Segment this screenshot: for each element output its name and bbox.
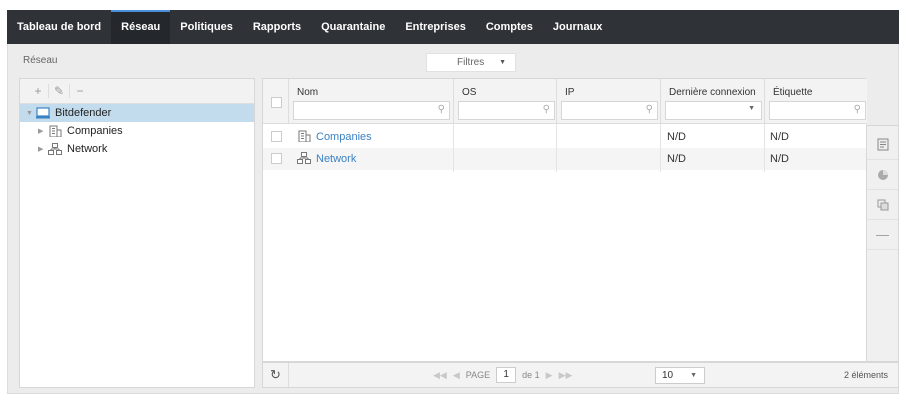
tree-node-label: Bitdefender — [55, 107, 112, 119]
prev-page-icon[interactable]: ◀ — [453, 363, 460, 387]
column-title: OS — [462, 87, 477, 98]
row-name-link[interactable]: Companies — [316, 126, 372, 148]
tree-node-label: Network — [67, 143, 108, 155]
delete-icon[interactable]: — — [867, 220, 898, 250]
grid-action-toolbar: — — [866, 125, 899, 362]
column-divider — [453, 124, 454, 172]
tab-accounts[interactable]: Comptes — [476, 10, 543, 44]
refresh-icon[interactable]: ↻ — [263, 363, 289, 387]
column-last-seen: Dernière connexion ▼ — [660, 79, 764, 124]
network-icon — [48, 143, 62, 155]
tab-network[interactable]: Réseau — [111, 10, 171, 44]
endpoints-grid: Nom ⚲ OS ⚲ IP ⚲ Dernière connexion ▼ Éti… — [262, 78, 867, 362]
row-last-seen: N/D — [667, 153, 686, 165]
row-label: N/D — [770, 153, 789, 165]
page-number-input[interactable]: 1 — [496, 367, 517, 383]
expand-arrow-icon[interactable]: ▶ — [38, 127, 48, 135]
chevron-down-icon: ▼ — [690, 372, 697, 379]
row-icon — [297, 148, 311, 170]
tree-node-label: Companies — [67, 125, 123, 137]
top-navigation: Tableau de bord Réseau Politiques Rappor… — [7, 10, 899, 44]
filters-dropdown[interactable]: Filtres ▼ — [426, 53, 516, 72]
row-label: N/D — [770, 131, 789, 143]
column-divider — [556, 124, 557, 172]
page-size-select[interactable]: 10 ▼ — [655, 367, 705, 384]
column-ip: IP ⚲ — [556, 79, 660, 124]
tab-logs[interactable]: Journaux — [543, 10, 613, 44]
table-row[interactable]: Network N/D N/D — [263, 148, 867, 170]
tab-quarantine[interactable]: Quarantaine — [311, 10, 395, 44]
add-group-button[interactable]: + — [28, 84, 48, 98]
page-label: PAGE — [465, 370, 491, 380]
move-icon[interactable] — [867, 190, 898, 220]
row-icon — [297, 126, 311, 148]
name-filter-input[interactable]: ⚲ — [293, 101, 450, 120]
pagination: ◀◀ ◀ PAGE 1 de 1 ▶ ▶▶ — [433, 363, 572, 387]
select-all-checkbox[interactable] — [271, 97, 282, 108]
tree-toolbar: + ✎ − — [20, 79, 254, 104]
expand-arrow-icon[interactable]: ▶ — [38, 145, 48, 153]
last-page-icon[interactable]: ▶▶ — [559, 363, 573, 387]
tab-reports[interactable]: Rapports — [243, 10, 311, 44]
column-title: Dernière connexion — [669, 87, 756, 98]
network-tree-panel: + ✎ − ▼ Bitdefender ▶ Companies ▶ Networ… — [19, 78, 255, 388]
row-checkbox[interactable] — [271, 131, 282, 142]
label-filter-input[interactable]: ⚲ — [769, 101, 866, 120]
last-seen-filter-select[interactable]: ▼ — [665, 101, 762, 120]
tab-policies[interactable]: Politiques — [170, 10, 243, 44]
ip-filter-input[interactable]: ⚲ — [561, 101, 658, 120]
edit-group-button[interactable]: ✎ — [49, 84, 69, 98]
tree-node-network[interactable]: ▶ Network — [20, 140, 254, 158]
column-divider — [660, 124, 661, 172]
search-icon: ⚲ — [645, 104, 653, 115]
first-page-icon[interactable]: ◀◀ — [433, 363, 447, 387]
column-title: Nom — [297, 87, 319, 98]
tree-node-bitdefender[interactable]: ▼ Bitdefender — [20, 104, 254, 122]
tab-dashboard[interactable]: Tableau de bord — [7, 10, 111, 44]
os-filter-input[interactable]: ⚲ — [458, 101, 555, 120]
filters-label: Filtres — [457, 57, 485, 68]
row-name-link[interactable]: Network — [316, 148, 356, 170]
page-of-label: de 1 — [522, 370, 540, 380]
breadcrumb: Réseau — [23, 55, 58, 66]
task-icon[interactable] — [867, 130, 898, 160]
monitor-icon — [36, 107, 50, 119]
column-label: Étiquette ⚲ — [764, 79, 867, 124]
row-last-seen: N/D — [667, 131, 686, 143]
chevron-down-icon: ▼ — [748, 105, 755, 112]
next-page-icon[interactable]: ▶ — [546, 363, 553, 387]
tree-node-companies[interactable]: ▶ Companies — [20, 122, 254, 140]
search-icon: ⚲ — [542, 104, 550, 115]
table-row[interactable]: Companies N/D N/D — [263, 126, 867, 148]
row-checkbox[interactable] — [271, 153, 282, 164]
column-os: OS ⚲ — [453, 79, 556, 124]
column-divider — [764, 124, 765, 172]
collapse-arrow-icon[interactable]: ▼ — [26, 110, 36, 117]
item-count: 2 éléments — [843, 370, 888, 380]
column-name: Nom ⚲ — [288, 79, 453, 124]
column-title: IP — [565, 87, 575, 98]
chevron-down-icon: ▼ — [499, 59, 506, 66]
remove-group-button[interactable]: − — [70, 84, 90, 98]
grid-header: Nom ⚲ OS ⚲ IP ⚲ Dernière connexion ▼ Éti… — [263, 79, 867, 124]
grid-footer: ↻ ◀◀ ◀ PAGE 1 de 1 ▶ ▶▶ 10 ▼ 2 éléments — [262, 362, 899, 388]
search-icon: ⚲ — [853, 104, 861, 115]
pie-chart-icon[interactable] — [867, 160, 898, 190]
search-icon: ⚲ — [437, 104, 445, 115]
building-icon — [48, 125, 62, 138]
page-size-value: 10 — [662, 370, 674, 381]
tab-companies[interactable]: Entreprises — [395, 10, 476, 44]
column-title: Étiquette — [773, 87, 813, 98]
